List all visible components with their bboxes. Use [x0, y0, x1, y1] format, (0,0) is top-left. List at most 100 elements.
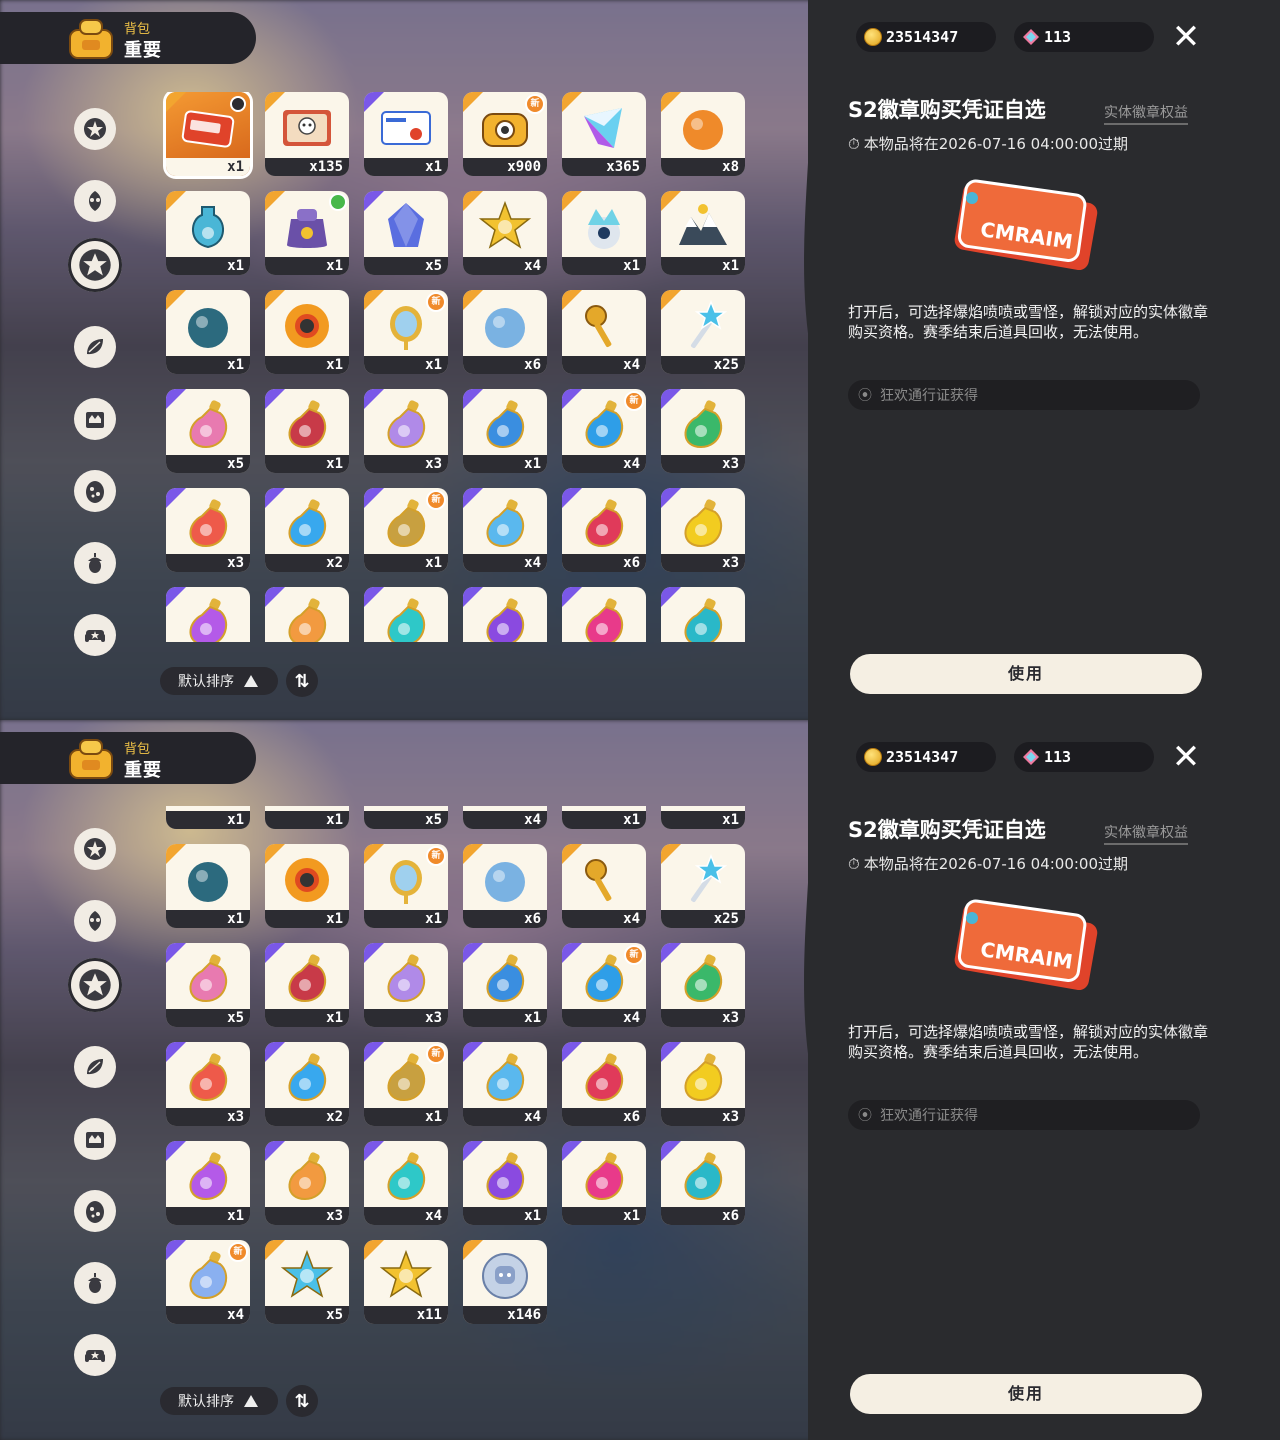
- inventory-item-amber-potion[interactable]: x3: [265, 1141, 349, 1225]
- inventory-item-purple-bag[interactable]: x1: [265, 806, 349, 829]
- category-tab-star-badge[interactable]: [74, 108, 116, 150]
- inventory-item-ice-potion[interactable]: x4: [463, 488, 547, 572]
- category-tab-special-star[interactable]: [68, 238, 122, 292]
- inventory-item-sky-potion[interactable]: x2: [265, 488, 349, 572]
- item-grid-viewport[interactable]: x1 x1 x5 x4 x1 x1 x1 x1 x1 新 x6 x4 x25 x5 x1 x3 x1 x4 新 x3 x…: [160, 806, 760, 1386]
- inventory-item-swirl-potion[interactable]: x4 新: [166, 1240, 250, 1324]
- inventory-item-silver-coin[interactable]: x146: [463, 1240, 547, 1324]
- inventory-item-gold-star[interactable]: x4: [463, 191, 547, 275]
- category-tab-sofa[interactable]: [74, 614, 116, 656]
- inventory-item-plum-potion[interactable]: x1: [463, 587, 547, 642]
- inventory-item-rabbit-card[interactable]: x135: [265, 92, 349, 176]
- category-tab-special-star[interactable]: [68, 958, 122, 1012]
- sort-order-toggle-button[interactable]: ⇅: [286, 1385, 318, 1417]
- category-tab-card-crown[interactable]: [74, 398, 116, 440]
- close-button[interactable]: ✕: [1170, 740, 1202, 774]
- inventory-item-blue-flask[interactable]: x1: [463, 389, 547, 473]
- inventory-item-rose-potion[interactable]: x1: [562, 587, 646, 642]
- inventory-item-blue-star-coin[interactable]: x5: [265, 1240, 349, 1324]
- inventory-item-blue-vase[interactable]: x1: [166, 191, 250, 275]
- inventory-item-plum-potion[interactable]: x1: [463, 1141, 547, 1225]
- category-tab-egg[interactable]: [74, 1190, 116, 1232]
- item-tag[interactable]: 实体徽章权益: [1104, 102, 1188, 125]
- category-tab-sofa[interactable]: [74, 1334, 116, 1376]
- inventory-item-crystal-crown[interactable]: x1: [562, 191, 646, 275]
- inventory-item-camera-star[interactable]: x900 新: [463, 92, 547, 176]
- inventory-item-gold-mirror[interactable]: x1 新: [364, 844, 448, 928]
- item-quantity: x1: [227, 159, 244, 175]
- category-tab-plant-leaves[interactable]: [74, 1046, 116, 1088]
- inventory-item-red-potion[interactable]: x1: [265, 943, 349, 1027]
- use-button[interactable]: 使用: [850, 1374, 1202, 1414]
- inventory-item-mountain-crown[interactable]: x1: [661, 191, 745, 275]
- inventory-item-blue-round-potion[interactable]: x4 新: [562, 943, 646, 1027]
- category-tab-leaf-spirit[interactable]: [74, 180, 116, 222]
- inventory-item-red-potion[interactable]: x1: [265, 389, 349, 473]
- inventory-item-blue-gem[interactable]: x5: [364, 806, 448, 829]
- inventory-item-sand-potion[interactable]: x1 新: [364, 488, 448, 572]
- inventory-item-mountain-crown[interactable]: x1: [661, 806, 745, 829]
- inventory-item-green-potion[interactable]: x3: [661, 943, 745, 1027]
- inventory-item-violet-potion[interactable]: x1: [166, 587, 250, 642]
- inventory-item-rainbow-potion[interactable]: x5: [166, 943, 250, 1027]
- inventory-item-sky-potion[interactable]: x2: [265, 1042, 349, 1126]
- inventory-item-yellow-potion[interactable]: x3: [661, 1042, 745, 1126]
- inventory-item-crystal-potion[interactable]: x3: [364, 943, 448, 1027]
- category-tab-egg[interactable]: [74, 470, 116, 512]
- inventory-item-star-wand[interactable]: x25: [661, 290, 745, 374]
- inventory-item-gold-key[interactable]: x4: [562, 290, 646, 374]
- inventory-item-flame-flower[interactable]: x1: [265, 844, 349, 928]
- inventory-item-coral-potion[interactable]: x3: [166, 488, 250, 572]
- item-grid-viewport[interactable]: x1 x135 x1 x900 新 x365 x8 x1 x1 x5 x4 x1 x1 x1 x1 x1 新 x6…: [160, 92, 760, 642]
- category-tab-plant-leaves[interactable]: [74, 326, 116, 368]
- item-tag[interactable]: 实体徽章权益: [1104, 822, 1188, 845]
- inventory-item-blue-vase[interactable]: x1: [166, 806, 250, 829]
- inventory-item-blue-gem[interactable]: x5: [364, 191, 448, 275]
- inventory-item-crimson-potion[interactable]: x6: [562, 1042, 646, 1126]
- inventory-item-cyan-potion[interactable]: x6: [661, 587, 745, 642]
- inventory-item-purple-bag[interactable]: x1: [265, 191, 349, 275]
- inventory-item-rose-potion[interactable]: x1: [562, 1141, 646, 1225]
- inventory-item-blue-shell[interactable]: x6: [463, 844, 547, 928]
- inventory-item-teal-potion[interactable]: x4: [364, 1141, 448, 1225]
- category-tab-acorn[interactable]: [74, 1262, 116, 1304]
- inventory-item-prism-crystal[interactable]: x365: [562, 92, 646, 176]
- inventory-item-leaf-shell[interactable]: x1: [166, 844, 250, 928]
- inventory-item-gold-key[interactable]: x4: [562, 844, 646, 928]
- inventory-item-green-potion[interactable]: x3: [661, 389, 745, 473]
- inventory-item-crimson-potion[interactable]: x6: [562, 488, 646, 572]
- category-tab-star-badge[interactable]: [74, 828, 116, 870]
- inventory-item-ice-potion[interactable]: x4: [463, 1042, 547, 1126]
- inventory-item-blue-flask[interactable]: x1: [463, 943, 547, 1027]
- sort-order-toggle-button[interactable]: ⇅: [286, 665, 318, 697]
- inventory-item-cyan-potion[interactable]: x6: [661, 1141, 745, 1225]
- inventory-item-leaf-shell[interactable]: x1: [166, 290, 250, 374]
- inventory-item-blue-shell[interactable]: x6: [463, 290, 547, 374]
- use-button[interactable]: 使用: [850, 654, 1202, 694]
- category-tab-leaf-spirit[interactable]: [74, 900, 116, 942]
- inventory-item-sand-potion[interactable]: x1 新: [364, 1042, 448, 1126]
- sort-dropdown[interactable]: 默认排序: [160, 1387, 278, 1415]
- inventory-item-crystal-crown[interactable]: x1: [562, 806, 646, 829]
- inventory-item-gold-star-coin[interactable]: x11: [364, 1240, 448, 1324]
- inventory-item-gold-star[interactable]: x4: [463, 806, 547, 829]
- inventory-item-gold-mirror[interactable]: x1 新: [364, 290, 448, 374]
- inventory-item-violet-potion[interactable]: x1: [166, 1141, 250, 1225]
- inventory-item-teal-potion[interactable]: x4: [364, 587, 448, 642]
- category-tab-card-crown[interactable]: [74, 1118, 116, 1160]
- inventory-item-rainbow-potion[interactable]: x5: [166, 389, 250, 473]
- inventory-item-blue-round-potion[interactable]: x4 新: [562, 389, 646, 473]
- inventory-item-amber-potion[interactable]: x3: [265, 587, 349, 642]
- inventory-item-coral-potion[interactable]: x3: [166, 1042, 250, 1126]
- item-quantity: x1: [425, 357, 442, 373]
- inventory-item-orange-orb[interactable]: x8: [661, 92, 745, 176]
- close-button[interactable]: ✕: [1170, 20, 1202, 54]
- category-tab-acorn[interactable]: [74, 542, 116, 584]
- inventory-item-flame-flower[interactable]: x1: [265, 290, 349, 374]
- inventory-item-crystal-potion[interactable]: x3: [364, 389, 448, 473]
- inventory-item-ticket-pass[interactable]: x1: [364, 92, 448, 176]
- inventory-item-s2-voucher[interactable]: x1: [166, 92, 250, 176]
- sort-dropdown[interactable]: 默认排序: [160, 667, 278, 695]
- inventory-item-star-wand[interactable]: x25: [661, 844, 745, 928]
- inventory-item-yellow-potion[interactable]: x3: [661, 488, 745, 572]
